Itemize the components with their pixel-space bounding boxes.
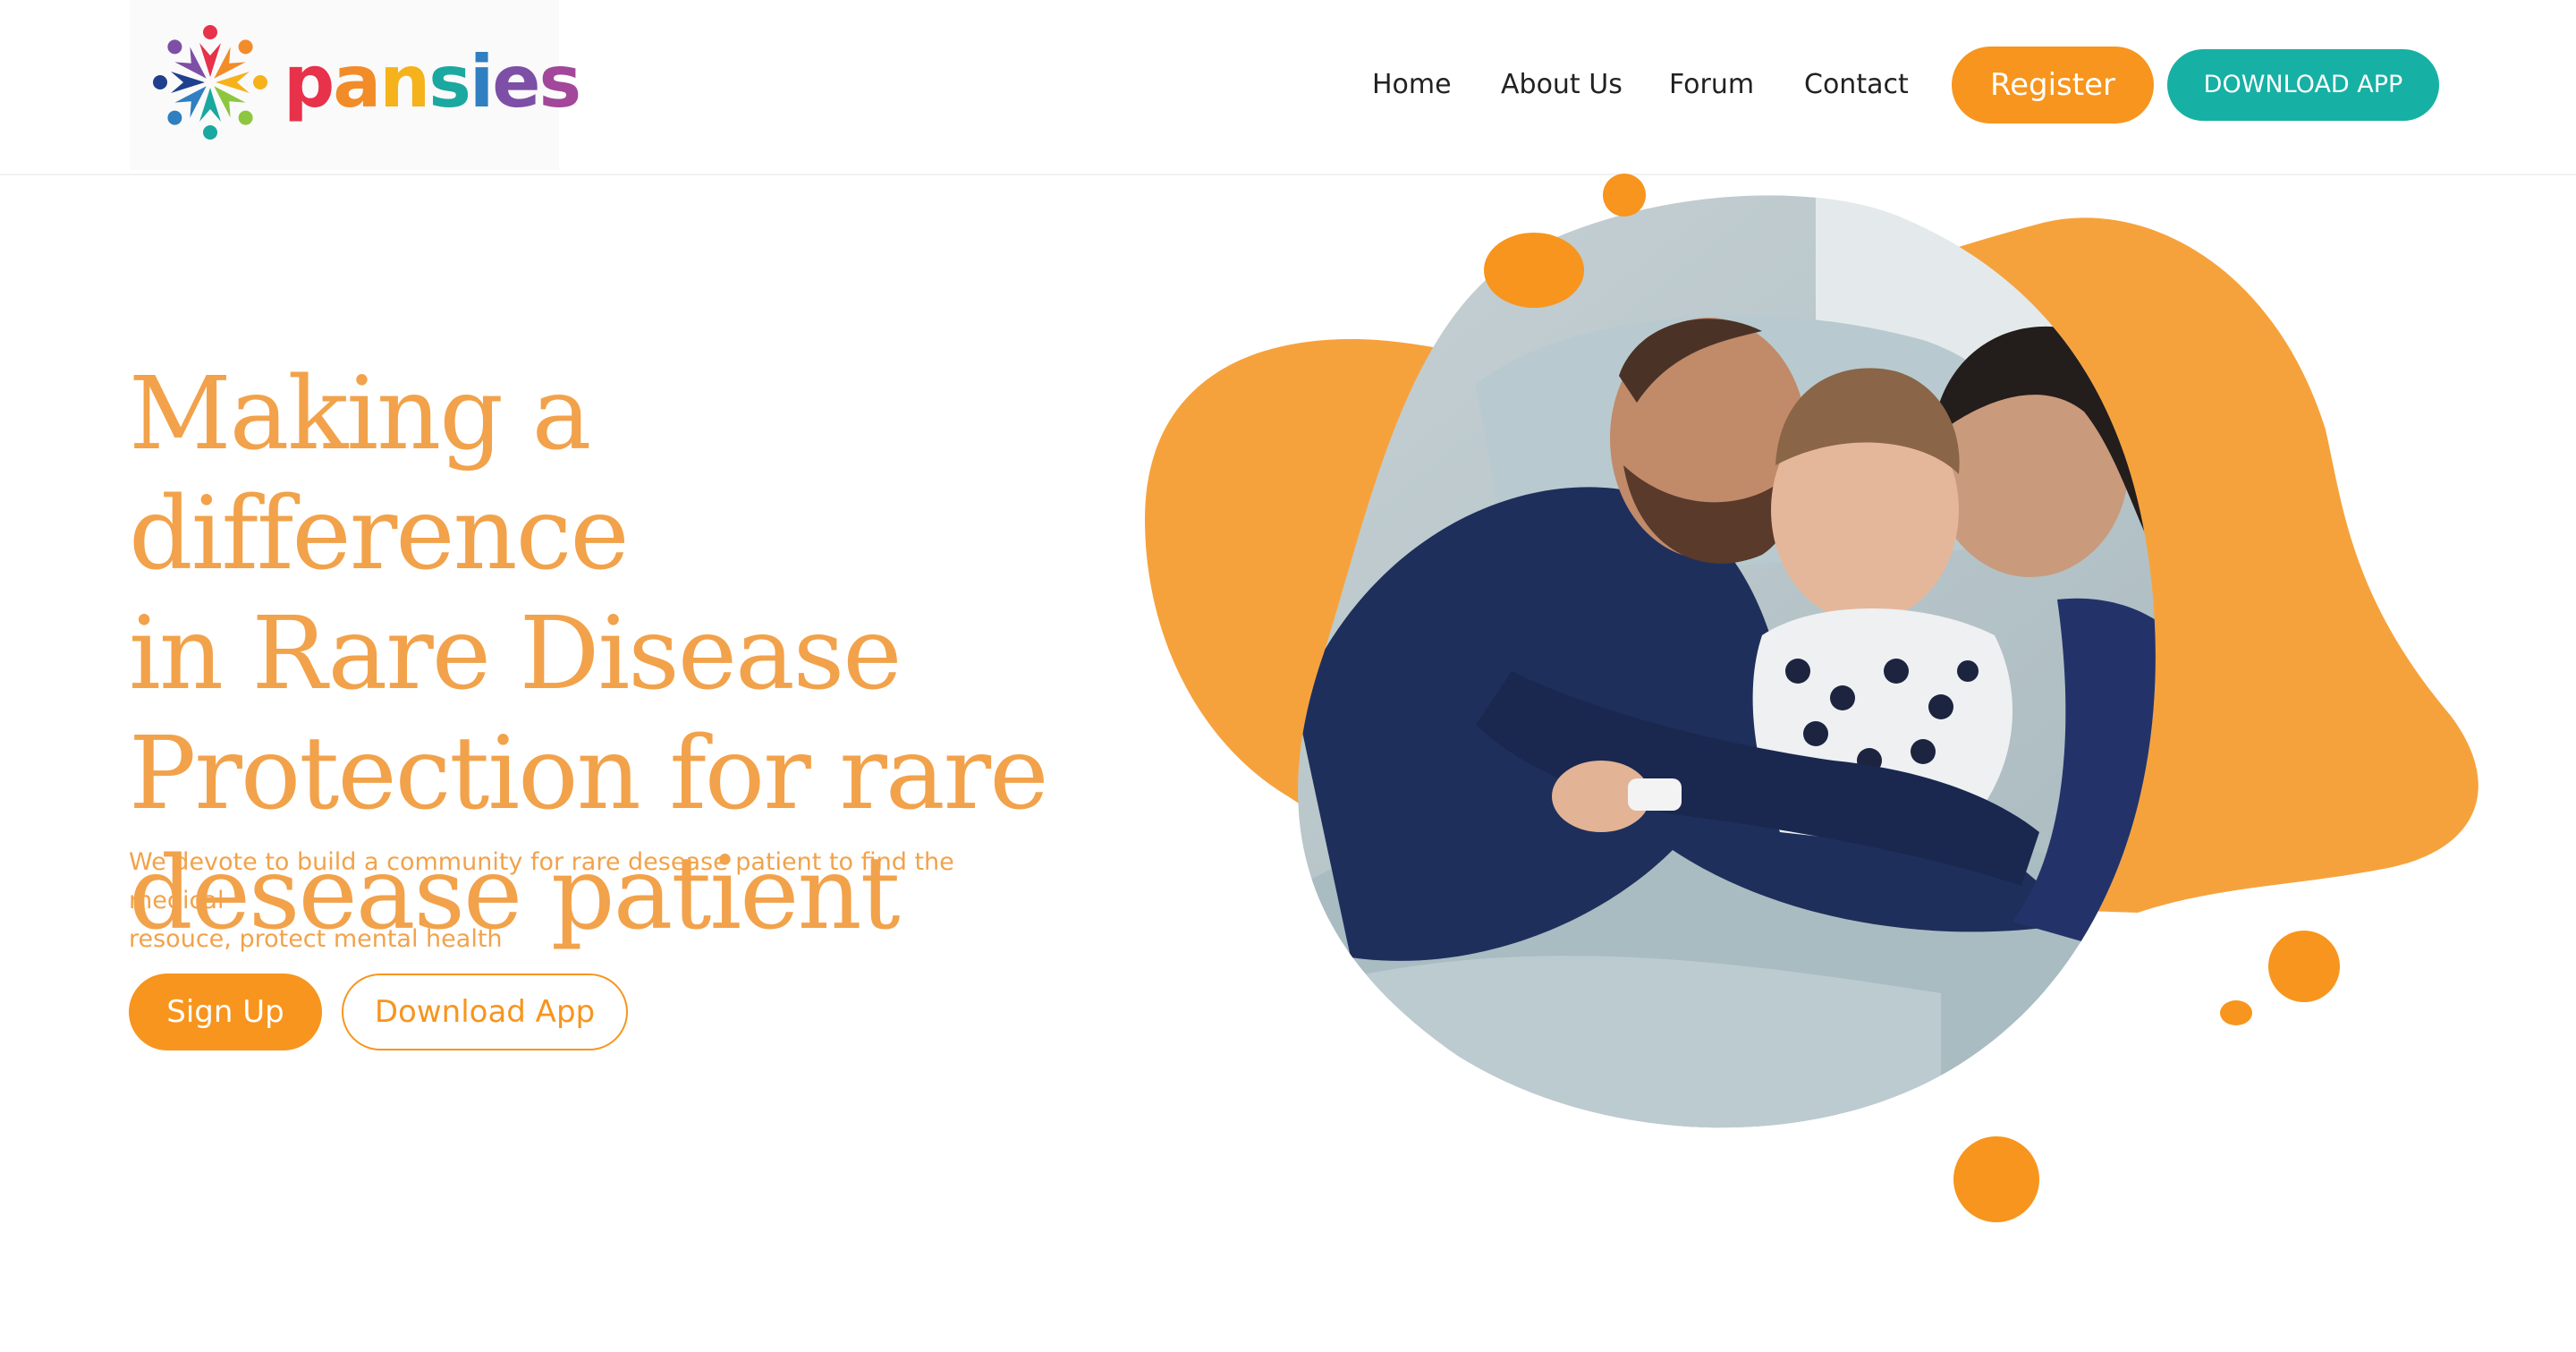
nav-about-us[interactable]: About Us	[1501, 63, 1623, 107]
hero-title-line: Making a difference	[129, 356, 630, 592]
nav-forum[interactable]: Forum	[1669, 63, 1754, 107]
decor-dot	[1953, 1136, 2039, 1222]
decor-dot	[2220, 1000, 2252, 1025]
decor-dot	[2268, 931, 2340, 1002]
download-app-button[interactable]: Download App	[342, 974, 628, 1050]
hero-title-line: Protection for rare	[129, 716, 1049, 832]
hero-subtitle: We devote to build a community for rare …	[129, 843, 1023, 958]
decor-dot	[1603, 174, 1646, 217]
nav-home[interactable]: Home	[1372, 63, 1452, 107]
hero-subtitle-line: resouce, protect mental health	[129, 925, 503, 953]
decor-dot	[1484, 233, 1584, 308]
site-header: pansies Home About Us Forum Contact Regi…	[0, 0, 2576, 175]
hero-title-line: in Rare Disease	[129, 596, 902, 712]
register-button[interactable]: Register	[1952, 47, 2154, 123]
hero-subtitle-line: We devote to build a community for rare …	[129, 848, 954, 914]
nav-contact[interactable]: Contact	[1804, 63, 1909, 107]
sign-up-button[interactable]: Sign Up	[129, 974, 322, 1050]
download-app-header-button[interactable]: DOWNLOAD APP	[2167, 49, 2439, 121]
hero-illustration	[1145, 174, 2479, 1222]
